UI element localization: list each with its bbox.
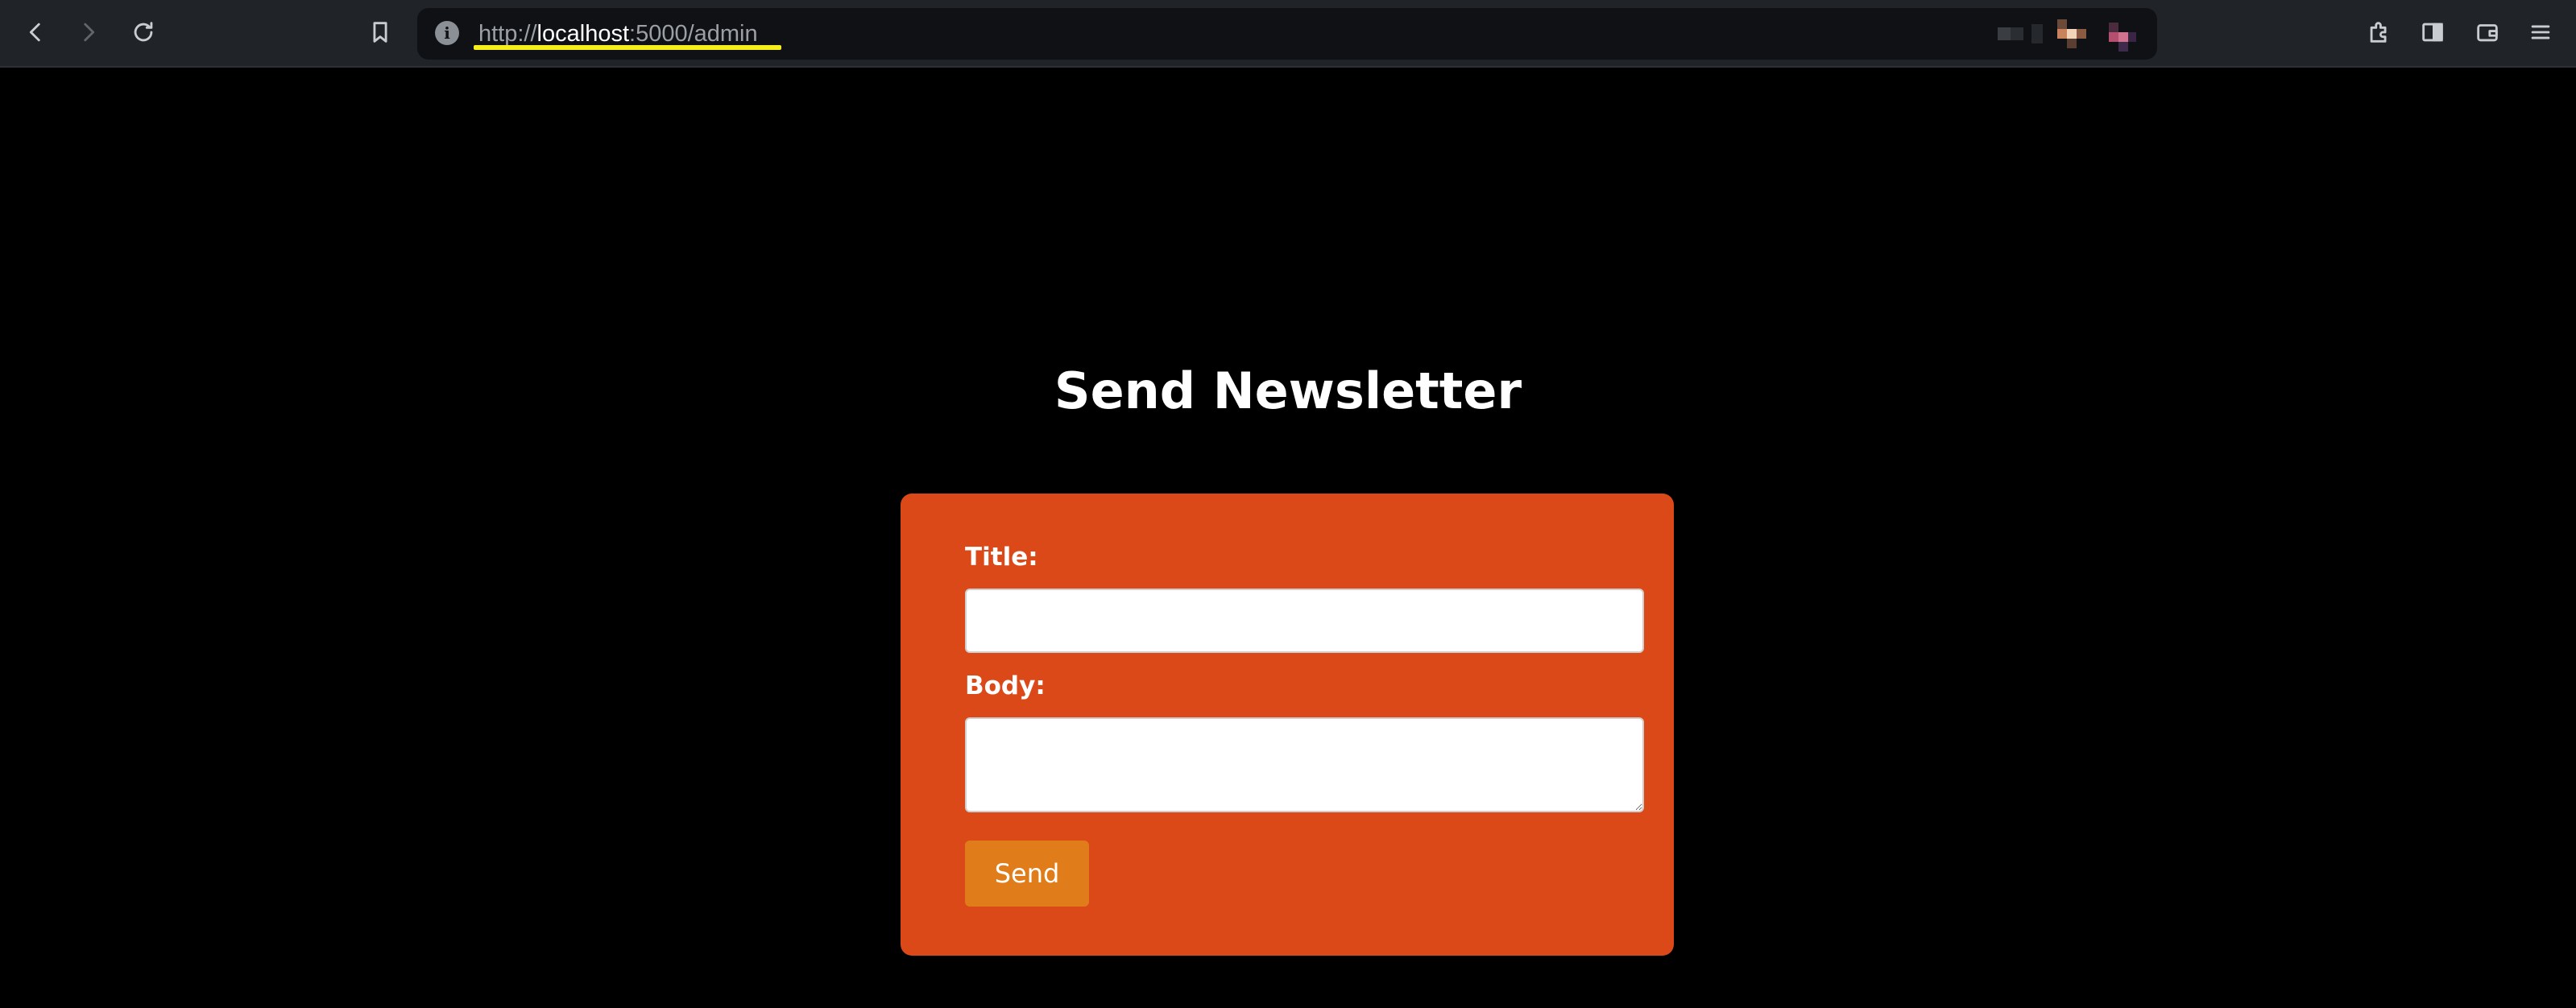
- url-highlight-underline: [474, 45, 781, 50]
- bookmark-icon: [367, 19, 394, 49]
- address-bar[interactable]: i http://localhost:5000/admin: [417, 8, 2157, 60]
- bookmark-button[interactable]: [364, 18, 396, 50]
- chevron-right-icon: [75, 19, 102, 49]
- sidebar-icon: [2419, 19, 2446, 49]
- reload-button[interactable]: [127, 18, 159, 50]
- forward-button[interactable]: [72, 18, 105, 50]
- title-input[interactable]: [965, 589, 1644, 653]
- menu-button[interactable]: [2524, 18, 2557, 50]
- back-button[interactable]: [19, 18, 52, 50]
- body-label: Body:: [965, 671, 1046, 700]
- sidebar-toggle-button[interactable]: [2417, 18, 2449, 50]
- reload-icon: [130, 19, 157, 49]
- url-host: localhost: [536, 21, 630, 47]
- info-icon[interactable]: i: [435, 21, 459, 45]
- chevron-left-icon: [22, 19, 49, 49]
- wallet-button[interactable]: [2471, 18, 2504, 50]
- browser-toolbar: i http://localhost:5000/admin: [0, 0, 2576, 68]
- url-scheme: http://: [478, 21, 537, 47]
- extensions-button[interactable]: [2363, 18, 2396, 50]
- newsletter-form: Title: Body: Send: [901, 494, 1674, 956]
- body-textarea[interactable]: [965, 717, 1644, 812]
- title-label: Title:: [965, 543, 1038, 572]
- send-button[interactable]: Send: [965, 841, 1089, 907]
- hamburger-menu-icon: [2527, 19, 2554, 49]
- url-path: :5000/admin: [629, 21, 758, 47]
- puzzle-icon: [2366, 19, 2393, 49]
- wallet-icon: [2474, 19, 2501, 49]
- page-title: Send Newsletter: [1054, 361, 1522, 420]
